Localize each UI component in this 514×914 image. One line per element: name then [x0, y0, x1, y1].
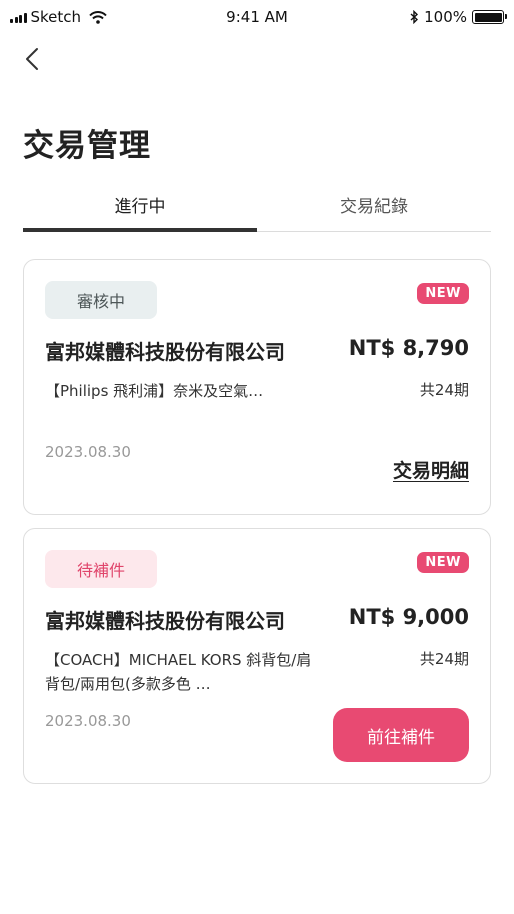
status-bar: Sketch 9:41 AM 100% [0, 0, 514, 36]
transaction-card: 審核中 NEW 富邦媒體科技股份有限公司 NT$ 8,790 【Philips … [23, 259, 491, 515]
transaction-amount: NT$ 9,000 [348, 605, 469, 629]
transaction-date: 2023.08.30 [45, 443, 131, 461]
transaction-card: 待補件 NEW 富邦媒體科技股份有限公司 NT$ 9,000 【COACH】MI… [23, 528, 491, 784]
transaction-detail-link[interactable]: 交易明細 [393, 456, 469, 483]
tab-history[interactable]: 交易紀錄 [257, 182, 491, 231]
status-right: 100% [410, 8, 507, 26]
battery-level [474, 12, 502, 22]
status-badge: 審核中 [45, 281, 157, 319]
transaction-amount: NT$ 8,790 [348, 336, 469, 360]
new-badge: NEW [417, 283, 469, 304]
tab-bar: 進行中 交易紀錄 [23, 182, 491, 232]
product-description: 【COACH】MICHAEL KORS 斜背包/肩背包/兩用包(多款多色 … [45, 651, 312, 693]
supplement-documents-button[interactable]: 前往補件 [333, 708, 469, 762]
transaction-date: 2023.08.30 [45, 712, 131, 730]
status-badge: 待補件 [45, 550, 157, 588]
battery-icon [472, 10, 507, 24]
installments: 共24期 [419, 650, 469, 668]
company-name: 富邦媒體科技股份有限公司 [45, 609, 285, 633]
tab-in-progress[interactable]: 進行中 [23, 182, 257, 232]
new-badge: NEW [417, 552, 469, 573]
company-name: 富邦媒體科技股份有限公司 [45, 340, 285, 364]
battery-percent: 100% [424, 8, 467, 26]
bluetooth-icon [410, 10, 419, 24]
tab-label: 交易紀錄 [340, 197, 408, 217]
page-title: 交易管理 [23, 128, 151, 164]
installments: 共24期 [419, 381, 469, 399]
chevron-left-icon [26, 48, 38, 70]
tab-label: 進行中 [114, 197, 166, 217]
product-description: 【Philips 飛利浦】奈米及空氣… [45, 382, 264, 400]
back-button[interactable] [18, 44, 46, 74]
